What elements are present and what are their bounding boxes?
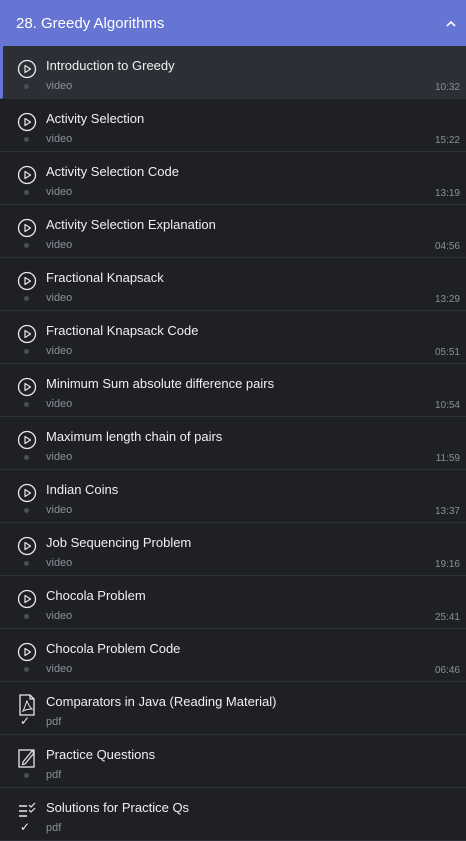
lesson-title: Practice Questions (46, 747, 156, 762)
lesson-title: Minimum Sum absolute difference pairs (46, 376, 275, 391)
lesson-item-8[interactable]: Maximum length chain of pairs video 11:5… (0, 417, 466, 470)
chevron-up-icon[interactable] (446, 18, 456, 28)
lesson-title: Comparators in Java (Reading Material) (46, 694, 277, 709)
edit-note-icon (16, 747, 38, 769)
lesson-type: pdf (46, 716, 62, 728)
play-circle-icon (16, 482, 38, 504)
lesson-duration: 19:16 (434, 559, 460, 570)
lesson-duration: 13:37 (434, 506, 460, 517)
play-circle-icon (16, 217, 38, 239)
lesson-type: video (46, 80, 73, 92)
play-circle-icon (16, 58, 38, 80)
status-dot (24, 243, 29, 248)
lesson-type: video (46, 133, 73, 145)
play-circle-icon (16, 641, 38, 663)
play-circle-icon (16, 429, 38, 451)
status-dot (24, 190, 29, 195)
status-dot (24, 455, 29, 460)
completed-check-icon: ✓ (20, 714, 31, 728)
lesson-item-1[interactable]: Introduction to Greedy video 10:32 (0, 46, 466, 99)
lesson-title: Fractional Knapsack (46, 270, 164, 285)
lesson-duration: 04:56 (434, 241, 460, 252)
play-circle-icon (16, 376, 38, 398)
lesson-type: video (46, 398, 73, 410)
lesson-title: Activity Selection (46, 111, 145, 126)
play-circle-icon (16, 588, 38, 610)
lesson-duration: 13:29 (434, 294, 460, 305)
lesson-duration: 13:19 (434, 188, 460, 199)
completed-check-icon: ✓ (20, 820, 31, 834)
status-dot (24, 296, 29, 301)
lesson-type: video (46, 292, 73, 304)
lesson-type: pdf (46, 822, 62, 834)
status-dot (24, 137, 29, 142)
checklist-icon (16, 800, 38, 822)
lesson-list: Introduction to Greedy video 10:32 Activ… (0, 46, 466, 841)
lesson-type: video (46, 451, 73, 463)
lesson-duration: 06:46 (434, 665, 460, 676)
lesson-type: video (46, 345, 73, 357)
lesson-title: Job Sequencing Problem (46, 535, 192, 550)
lesson-item-11[interactable]: Chocola Problem video 25:41 (0, 576, 466, 629)
lesson-item-12[interactable]: Chocola Problem Code video 06:46 (0, 629, 466, 682)
status-dot (24, 508, 29, 513)
pdf-icon (16, 694, 38, 716)
lesson-duration: 11:59 (435, 453, 460, 464)
status-dot (24, 402, 29, 407)
play-circle-icon (16, 535, 38, 557)
status-dot (24, 773, 29, 778)
lesson-duration: 10:32 (434, 82, 460, 93)
lesson-title: Introduction to Greedy (46, 58, 175, 73)
lesson-item-5[interactable]: Fractional Knapsack video 13:29 (0, 258, 466, 311)
play-circle-icon (16, 270, 38, 292)
play-circle-icon (16, 164, 38, 186)
play-circle-icon (16, 323, 38, 345)
lesson-type: video (46, 557, 73, 569)
status-dot (24, 561, 29, 566)
lesson-type: pdf (46, 769, 62, 781)
lesson-type: video (46, 610, 73, 622)
lesson-type: video (46, 663, 73, 675)
lesson-item-15[interactable]: Solutions for Practice Qs ✓ pdf (0, 788, 466, 841)
lesson-item-13[interactable]: Comparators in Java (Reading Material) ✓… (0, 682, 466, 735)
section-title: 28. Greedy Algorithms (16, 14, 165, 32)
lesson-title: Chocola Problem (46, 588, 146, 603)
lesson-title: Activity Selection Explanation (46, 217, 216, 232)
status-dot (24, 667, 29, 672)
lesson-item-4[interactable]: Activity Selection Explanation video 04:… (0, 205, 466, 258)
lesson-duration: 25:41 (434, 612, 460, 623)
section-header[interactable]: 28. Greedy Algorithms (0, 0, 466, 46)
lesson-item-10[interactable]: Job Sequencing Problem video 19:16 (0, 523, 466, 576)
lesson-title: Maximum length chain of pairs (46, 429, 223, 444)
lesson-type: video (46, 504, 73, 516)
lesson-item-9[interactable]: Indian Coins video 13:37 (0, 470, 466, 523)
lesson-item-3[interactable]: Activity Selection Code video 13:19 (0, 152, 466, 205)
lesson-duration: 10:54 (434, 400, 460, 411)
lesson-item-14[interactable]: Practice Questions pdf (0, 735, 466, 788)
status-dot (24, 84, 29, 89)
lesson-type: video (46, 186, 73, 198)
lesson-item-7[interactable]: Minimum Sum absolute difference pairs vi… (0, 364, 466, 417)
lesson-duration: 05:51 (434, 347, 460, 358)
lesson-item-2[interactable]: Activity Selection video 15:22 (0, 99, 466, 152)
status-dot (24, 614, 29, 619)
play-circle-icon (16, 111, 38, 133)
lesson-title: Solutions for Practice Qs (46, 800, 190, 815)
lesson-item-6[interactable]: Fractional Knapsack Code video 05:51 (0, 311, 466, 364)
lesson-type: video (46, 239, 73, 251)
lesson-title: Chocola Problem Code (46, 641, 181, 656)
status-dot (24, 349, 29, 354)
lesson-title: Activity Selection Code (46, 164, 179, 179)
lesson-title: Indian Coins (46, 482, 119, 497)
lesson-title: Fractional Knapsack Code (46, 323, 199, 338)
lesson-duration: 15:22 (434, 135, 460, 146)
